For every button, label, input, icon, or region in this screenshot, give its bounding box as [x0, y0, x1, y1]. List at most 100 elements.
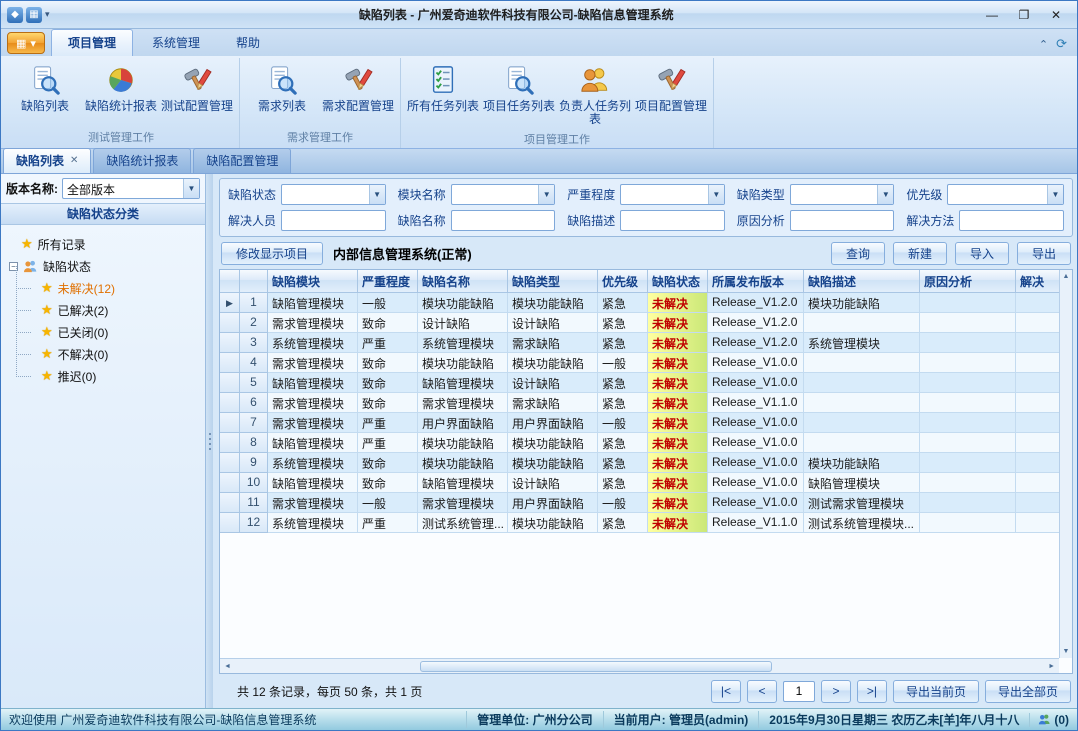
header-defect-desc[interactable]: 缺陷描述: [804, 270, 920, 293]
row-current-marker[interactable]: [220, 493, 240, 513]
cell[interactable]: 紧急: [598, 433, 648, 453]
cell[interactable]: [920, 493, 1016, 513]
cell[interactable]: 缺陷管理模块: [268, 293, 358, 313]
ribbon-item-all-tasks[interactable]: 所有任务列表: [405, 60, 481, 116]
scrollbar-thumb[interactable]: [420, 661, 772, 672]
tab-system-management[interactable]: 系统管理: [135, 29, 217, 56]
scroll-right-icon[interactable]: ►: [1044, 663, 1059, 670]
cell[interactable]: [1016, 433, 1059, 453]
row-current-marker[interactable]: [220, 453, 240, 473]
table-row[interactable]: 11需求管理模块一般需求管理模块用户界面缺陷一般未解决Release_V1.0.…: [220, 493, 1059, 513]
row-current-marker[interactable]: [220, 313, 240, 333]
table-row[interactable]: 4需求管理模块致命模块功能缺陷模块功能缺陷一般未解决Release_V1.0.0: [220, 353, 1059, 373]
ribbon-item-defect-report[interactable]: 缺陷统计报表: [83, 60, 159, 116]
cell[interactable]: Release_V1.2.0: [708, 293, 804, 313]
cell[interactable]: 致命: [358, 473, 418, 493]
row-number[interactable]: 9: [240, 453, 268, 473]
table-row[interactable]: 12系统管理模块严重测试系统管理...模块功能缺陷紧急未解决Release_V1…: [220, 513, 1059, 533]
doc-tab-defect-config[interactable]: 缺陷配置管理: [193, 148, 291, 173]
cell[interactable]: [920, 353, 1016, 373]
cell[interactable]: 致命: [358, 453, 418, 473]
next-page-button[interactable]: >: [821, 680, 851, 703]
cell[interactable]: 紧急: [598, 333, 648, 353]
ribbon-item-project-config[interactable]: 项目配置管理: [633, 60, 709, 116]
tab-project-management[interactable]: 项目管理: [51, 29, 133, 56]
header-release-version[interactable]: 所属发布版本: [708, 270, 804, 293]
row-number[interactable]: 6: [240, 393, 268, 413]
cell[interactable]: Release_V1.0.0: [708, 413, 804, 433]
cell[interactable]: Release_V1.0.0: [708, 373, 804, 393]
cell[interactable]: [920, 293, 1016, 313]
row-current-marker[interactable]: [220, 333, 240, 353]
cell[interactable]: 设计缺陷: [508, 313, 598, 333]
table-row[interactable]: 8缺陷管理模块严重模块功能缺陷模块功能缺陷紧急未解决Release_V1.0.0: [220, 433, 1059, 453]
cell[interactable]: 缺陷管理模块: [418, 473, 508, 493]
row-current-marker[interactable]: [220, 393, 240, 413]
cell[interactable]: 致命: [358, 313, 418, 333]
row-number[interactable]: 12: [240, 513, 268, 533]
header-severity[interactable]: 严重程度: [358, 270, 418, 293]
cell[interactable]: 紧急: [598, 313, 648, 333]
cell[interactable]: Release_V1.0.0: [708, 353, 804, 373]
cell[interactable]: [920, 313, 1016, 333]
cell[interactable]: 用户界面缺陷: [508, 493, 598, 513]
cell[interactable]: 未解决: [648, 353, 708, 373]
header-solution[interactable]: 解决: [1016, 270, 1059, 293]
application-menu-button[interactable]: ▦ ▾: [7, 32, 45, 54]
new-button[interactable]: 新建: [893, 242, 947, 265]
cell[interactable]: 模块功能缺陷: [508, 433, 598, 453]
doc-tab-defect-list[interactable]: 缺陷列表 ✕: [3, 148, 91, 173]
cell[interactable]: 一般: [598, 413, 648, 433]
ribbon-item-defect-list[interactable]: 缺陷列表: [7, 60, 83, 116]
cell[interactable]: 一般: [358, 293, 418, 313]
refresh-icon[interactable]: ⟳: [1056, 36, 1067, 52]
import-button[interactable]: 导入: [955, 242, 1009, 265]
tree-item-wontfix[interactable]: ★ 不解决(0): [7, 343, 199, 365]
cell[interactable]: 模块功能缺陷: [418, 353, 508, 373]
table-row[interactable]: 7需求管理模块严重用户界面缺陷用户界面缺陷一般未解决Release_V1.0.0: [220, 413, 1059, 433]
cell[interactable]: 致命: [358, 393, 418, 413]
doc-tab-defect-report[interactable]: 缺陷统计报表: [93, 148, 191, 173]
cell[interactable]: [804, 433, 920, 453]
cell[interactable]: [1016, 313, 1059, 333]
quick-access-dropdown-icon[interactable]: ▾: [45, 9, 50, 20]
cell[interactable]: 需求管理模块: [268, 493, 358, 513]
chevron-down-icon[interactable]: ▼: [369, 185, 385, 204]
cell[interactable]: 缺陷管理模块: [418, 373, 508, 393]
tree-item-postponed[interactable]: ★ 推迟(0): [7, 365, 199, 387]
cell[interactable]: 系统管理模块: [268, 513, 358, 533]
cell[interactable]: 需求缺陷: [508, 393, 598, 413]
cell[interactable]: [920, 373, 1016, 393]
cell[interactable]: 紧急: [598, 393, 648, 413]
header-priority[interactable]: 优先级: [598, 270, 648, 293]
row-current-marker[interactable]: [220, 373, 240, 393]
defect-name-input[interactable]: [451, 210, 556, 231]
cell[interactable]: [1016, 333, 1059, 353]
cell[interactable]: 未解决: [648, 473, 708, 493]
row-number[interactable]: 11: [240, 493, 268, 513]
cell[interactable]: [920, 433, 1016, 453]
cell[interactable]: Release_V1.2.0: [708, 313, 804, 333]
cell[interactable]: [920, 413, 1016, 433]
scroll-up-icon[interactable]: ▲: [1063, 270, 1070, 283]
cell[interactable]: 需求管理模块: [268, 413, 358, 433]
export-button[interactable]: 导出: [1017, 242, 1071, 265]
cell[interactable]: 系统管理模块: [804, 333, 920, 353]
table-row[interactable]: 5缺陷管理模块致命缺陷管理模块设计缺陷紧急未解决Release_V1.0.0: [220, 373, 1059, 393]
solution-input[interactable]: [959, 210, 1064, 231]
modify-columns-button[interactable]: 修改显示项目: [221, 242, 323, 265]
row-current-marker[interactable]: [220, 413, 240, 433]
row-current-marker[interactable]: ▶: [220, 293, 240, 313]
tree-item-all-records[interactable]: ★ 所有记录: [7, 233, 199, 255]
cell[interactable]: [804, 313, 920, 333]
row-current-marker[interactable]: [220, 513, 240, 533]
cell[interactable]: 模块功能缺陷: [418, 293, 508, 313]
cell[interactable]: [1016, 393, 1059, 413]
collapse-ribbon-icon[interactable]: ⌃: [1039, 38, 1048, 51]
page-number-input[interactable]: [783, 681, 815, 702]
cell[interactable]: 未解决: [648, 433, 708, 453]
cell[interactable]: Release_V1.0.0: [708, 433, 804, 453]
grid-view-icon[interactable]: ▦: [26, 7, 42, 23]
cell[interactable]: 模块功能缺陷: [418, 453, 508, 473]
header-defect-type[interactable]: 缺陷类型: [508, 270, 598, 293]
